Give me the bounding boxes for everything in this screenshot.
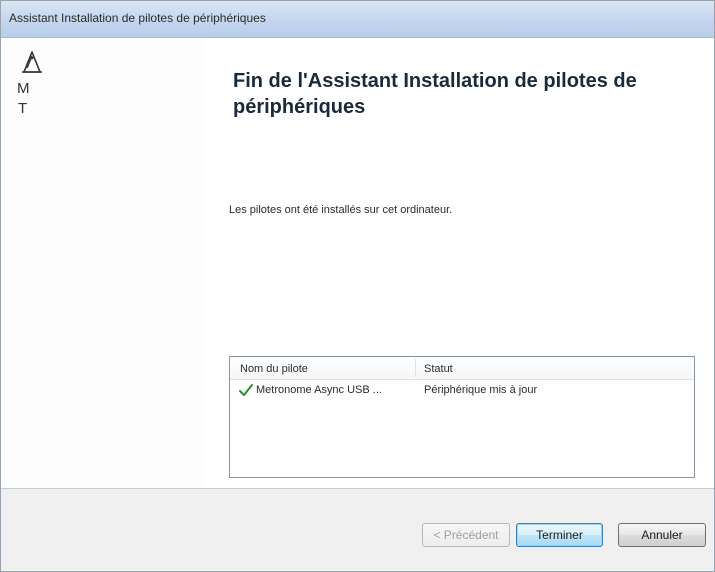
driver-list-header: Nom du pilote Statut bbox=[230, 357, 694, 380]
title-bar[interactable]: Assistant Installation de pilotes de pér… bbox=[1, 1, 714, 38]
wizard-sidebar: M T bbox=[1, 38, 206, 488]
metronome-logo-icon bbox=[19, 50, 45, 76]
column-divider[interactable] bbox=[415, 359, 416, 377]
checkmark-icon bbox=[238, 382, 254, 398]
completion-message: Les pilotes ont été installés sur cet or… bbox=[229, 204, 453, 216]
cancel-button[interactable]: Annuler bbox=[618, 523, 706, 547]
back-button[interactable]: < Précédent bbox=[422, 523, 510, 547]
wizard-main: Fin de l'Assistant Installation de pilot… bbox=[229, 38, 714, 488]
column-header-driver-name[interactable]: Nom du pilote bbox=[240, 363, 308, 375]
driver-list[interactable]: Nom du pilote Statut Metronome Async USB… bbox=[229, 356, 695, 478]
page-title: Fin de l'Assistant Installation de pilot… bbox=[233, 70, 637, 118]
finish-button[interactable]: Terminer bbox=[516, 523, 603, 547]
logo-letter-m: M bbox=[17, 80, 30, 97]
table-row[interactable]: Metronome Async USB ... Périphérique mis… bbox=[230, 381, 694, 401]
driver-status-cell: Périphérique mis à jour bbox=[424, 384, 538, 396]
column-header-status[interactable]: Statut bbox=[424, 363, 453, 375]
button-bar: < Précédent Terminer Annuler bbox=[1, 489, 714, 571]
wizard-window: Assistant Installation de pilotes de pér… bbox=[0, 0, 715, 572]
wizard-content: M T Fin de l'Assistant Installation de p… bbox=[1, 38, 714, 488]
window-title: Assistant Installation de pilotes de pér… bbox=[9, 11, 266, 25]
logo-letter-t: T bbox=[18, 100, 28, 117]
driver-name-cell: Metronome Async USB ... bbox=[256, 384, 382, 396]
